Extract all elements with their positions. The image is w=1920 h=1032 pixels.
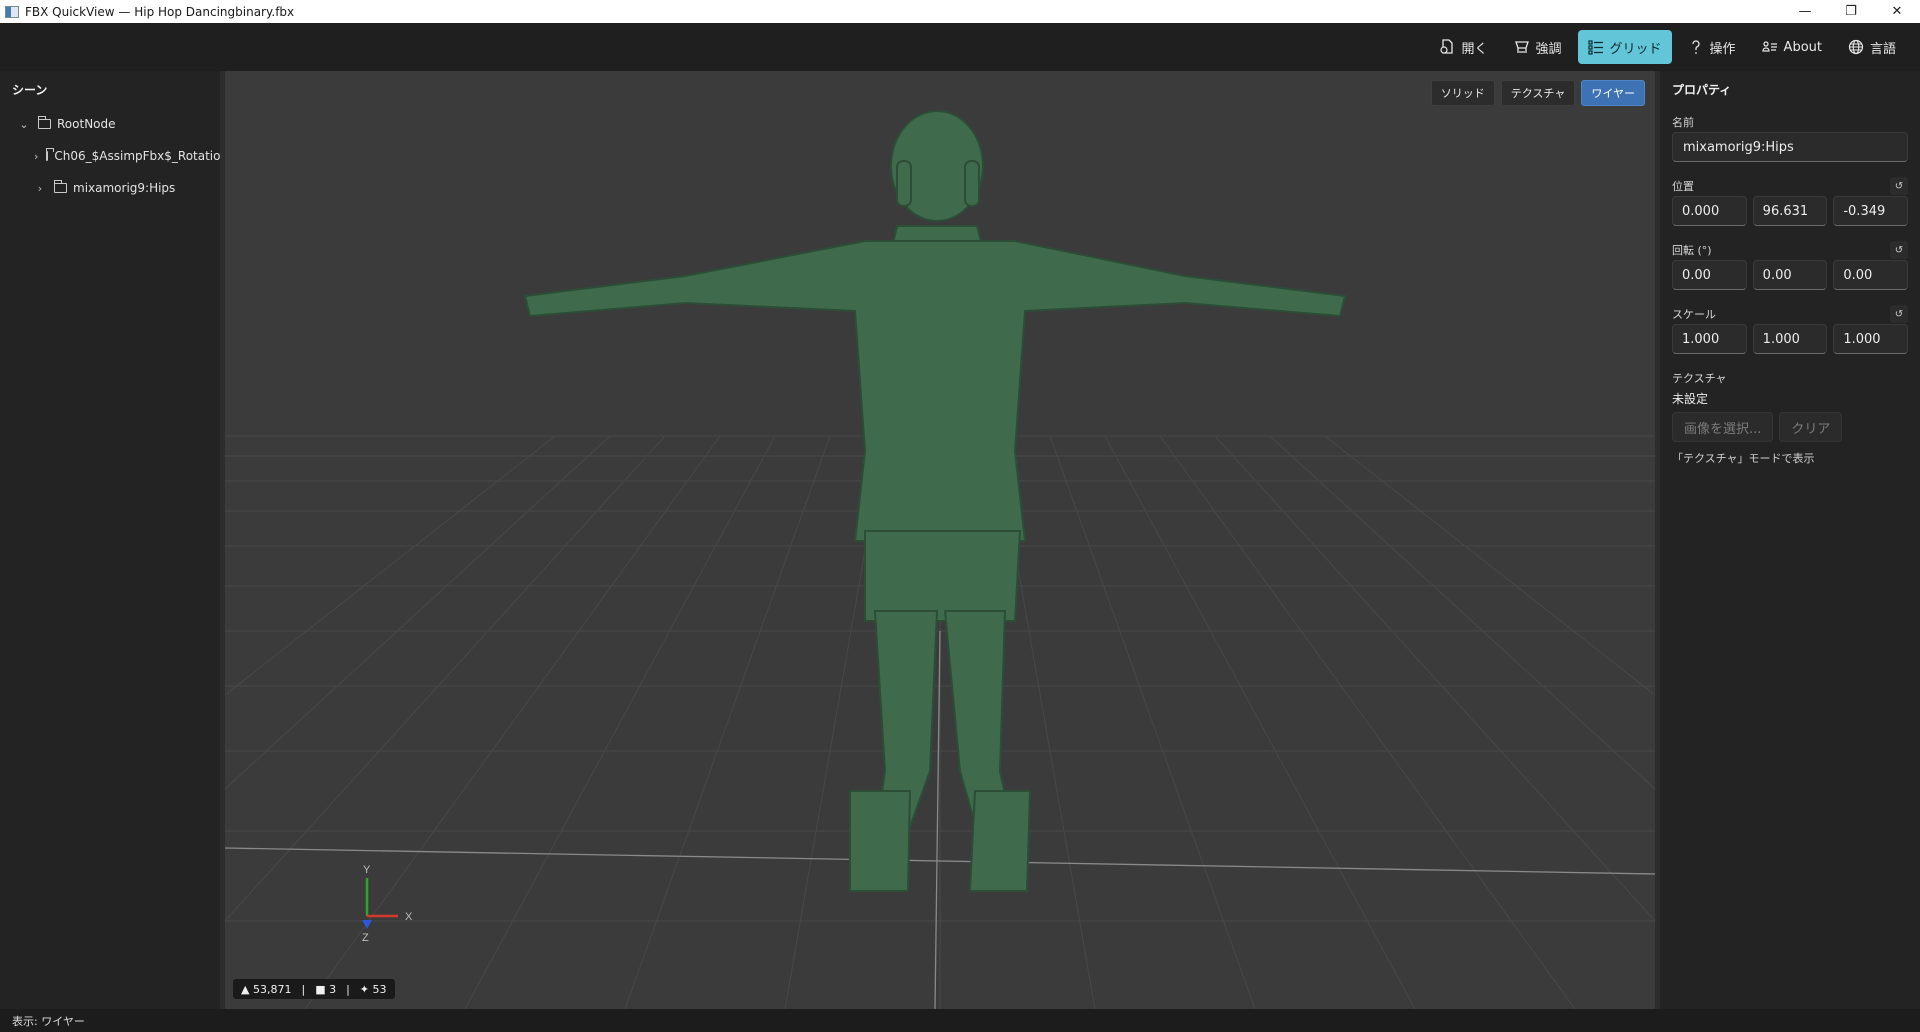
chevron-right-icon[interactable]: › [34,150,38,163]
maximize-button[interactable]: ❐ [1828,0,1874,23]
stats-separator: | [346,982,350,996]
view-mode-switcher: ソリッド テクスチャ ワイヤー [1430,80,1645,106]
folder-icon [46,148,55,161]
highlight-button-label: 強調 [1535,41,1562,57]
close-button[interactable]: ✕ [1874,0,1920,23]
window-title: FBX QuickView — Hip Hop Dancingbinary.fb… [25,4,295,19]
mesh-count-value: 3 [329,982,337,996]
controls-button-label: 操作 [1709,41,1736,57]
about-icon [1761,41,1777,52]
3d-viewport[interactable]: Y X Z ソリッド テクスチャ ワイヤー ▲ 53,871 | ■ 3 | ✦… [225,71,1655,1009]
name-field[interactable]: mixamorig9:Hips [1672,132,1908,162]
reset-rotation-button[interactable]: ↺ [1890,241,1908,259]
texture-value: 未設定 [1660,388,1920,408]
position-label-text: 位置 [1672,180,1694,193]
position-x-field[interactable]: 0.000 [1672,196,1747,226]
axis-label-y: Y [363,864,371,876]
status-bar: 表示: ワイヤー [0,1009,1920,1032]
tree-node-hips[interactable]: › mixamorig9:Hips [0,172,220,204]
globe-icon [1848,39,1864,55]
clear-texture-button[interactable]: クリア [1779,412,1843,442]
highlight-button[interactable]: 強調 [1504,30,1572,64]
scale-x-field[interactable]: 1.000 [1672,324,1747,354]
reset-scale-button[interactable]: ↺ [1890,305,1908,323]
tree-node-label: RootNode [57,117,116,131]
rotation-y-field[interactable]: 0.00 [1752,260,1828,290]
texture-label-text: テクスチャ [1672,372,1727,385]
texture-buttons: 画像を選択... クリア [1660,412,1920,442]
rotation-fields: 0.00 0.00 0.00 [1660,260,1920,290]
texture-hint: 「テクスチャ」モードで表示 [1660,448,1920,468]
scale-label-text: スケール [1672,308,1716,321]
position-label: 位置 ↺ [1660,176,1920,196]
scale-fields: 1.000 1.000 1.000 [1660,324,1920,354]
help-icon [1691,40,1700,54]
chevron-right-icon[interactable]: › [34,182,46,195]
minimize-button[interactable]: — [1782,0,1828,23]
folder-icon [53,180,67,193]
triangle-count: ▲ 53,871 [241,982,292,996]
grid-list-icon [1587,40,1603,55]
axis-line-z [934,630,941,1009]
open-button[interactable]: 開く [1429,30,1497,64]
position-fields: 0.000 96.631 -0.349 [1660,196,1920,226]
viewport-canvas[interactable]: Y X Z [225,71,1655,1009]
rotation-label-text: 回転 (°) [1672,244,1712,257]
scale-y-field[interactable]: 1.000 [1752,324,1828,354]
tree-node-ch06[interactable]: › Ch06_$AssimpFbx$_Rotation [0,140,220,172]
tree-node-rootnode[interactable]: ⌄ RootNode [0,108,220,140]
properties-title: プロパティ [1672,83,1732,97]
language-button-label: 言語 [1869,41,1896,57]
rotation-label: 回転 (°) ↺ [1660,240,1920,260]
mesh-count: ■ 3 [315,982,337,996]
open-file-icon [1440,39,1454,54]
tree-node-label: mixamorig9:Hips [73,181,176,195]
position-y-field[interactable]: 96.631 [1752,196,1828,226]
rotation-x-field[interactable]: 0.00 [1672,260,1747,290]
select-image-button[interactable]: 画像を選択... [1672,412,1774,442]
open-button-label: 開く [1461,41,1488,57]
rotation-z-field[interactable]: 0.00 [1833,260,1909,290]
stats-separator: | [301,982,306,996]
stats-overlay: ▲ 53,871 | ■ 3 | ✦ 53 [233,979,395,999]
axis-gizmo: Y X Z [362,864,413,944]
highlight-icon [1514,41,1529,53]
main-toolbar: 開く 強調 グリッド 操作 About 言語 [0,23,1920,71]
texture-value-text: 未設定 [1672,391,1709,406]
texture-label: テクスチャ [1660,368,1920,388]
axis-label-z: Z [362,932,369,944]
properties-panel: プロパティ 名前 mixamorig9:Hips 位置 ↺ 0.000 96.6… [1660,71,1920,1009]
controls-button[interactable]: 操作 [1678,30,1746,64]
chevron-down-icon[interactable]: ⌄ [18,118,30,131]
scene-panel: シーン ⌄ RootNode › Ch06_$AssimpFbx$_Rotati… [0,71,220,1009]
status-text: 表示: ワイヤー [12,1014,85,1028]
about-button-label: About [1783,39,1822,55]
scale-label: スケール ↺ [1660,304,1920,324]
axis-label-x: X [405,911,413,923]
grid-button-label: グリッド [1609,41,1662,57]
folder-icon [37,116,51,129]
scene-panel-title: シーン [12,83,48,97]
bone-count: ✦ 53 [359,982,387,996]
language-button[interactable]: 言語 [1838,30,1906,64]
mode-solid-button[interactable]: ソリッド [1430,80,1495,106]
name-label-text: 名前 [1672,116,1694,129]
triangle-count-value: 53,871 [252,982,292,996]
texture-hint-text: 「テクスチャ」モードで表示 [1672,452,1815,465]
position-z-field[interactable]: -0.349 [1833,196,1909,226]
bone-count-value: 53 [372,982,387,996]
character-model [523,110,1347,892]
about-button[interactable]: About [1752,30,1832,64]
name-label: 名前 [1660,112,1920,132]
scale-z-field[interactable]: 1.000 [1833,324,1909,354]
reset-position-button[interactable]: ↺ [1890,177,1908,195]
grid-button[interactable]: グリッド [1577,30,1672,64]
mode-wire-button[interactable]: ワイヤー [1581,80,1645,106]
mode-texture-button[interactable]: テクスチャ [1500,80,1576,106]
title-bar: FBX QuickView — Hip Hop Dancingbinary.fb… [0,0,1920,23]
tree-node-label: Ch06_$AssimpFbx$_Rotation [54,149,220,163]
app-icon [5,5,19,18]
